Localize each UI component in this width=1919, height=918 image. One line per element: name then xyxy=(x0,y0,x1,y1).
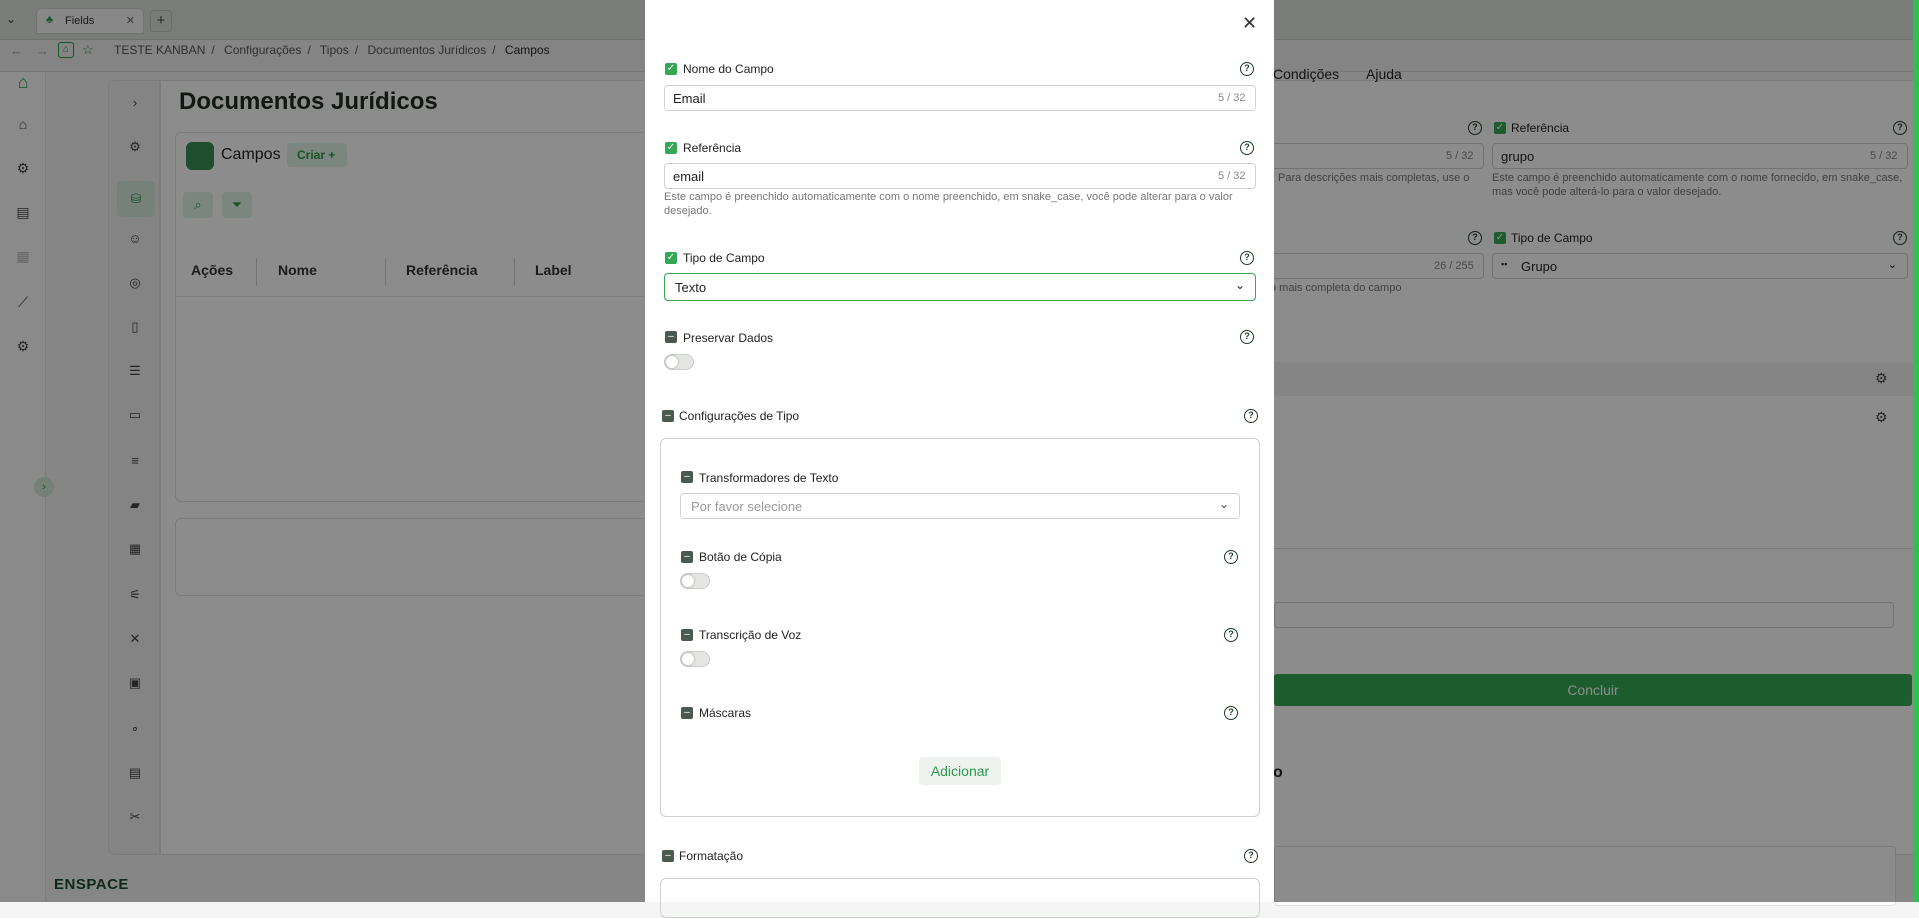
preserve-data-toggle[interactable] xyxy=(664,354,694,370)
field-type-label: Tipo de Campo xyxy=(683,251,765,265)
preserve-data-label: Preservar Dados xyxy=(683,331,774,345)
help-icon[interactable]: ? xyxy=(1240,251,1254,265)
text-transformers-label: Transformadores de Texto xyxy=(699,471,839,485)
field-name-label: Nome do Campo xyxy=(683,62,774,76)
voice-transcription-label: Transcrição de Voz xyxy=(699,628,802,642)
reference-label: Referência xyxy=(683,141,742,155)
copy-button-label: Botão de Cópia xyxy=(699,550,782,564)
help-icon[interactable]: ? xyxy=(1224,628,1238,642)
text-transformers-placeholder: Por favor selecione xyxy=(691,499,803,514)
help-icon[interactable]: ? xyxy=(1224,706,1238,720)
reference-checkbox[interactable]: ✓ xyxy=(665,142,677,154)
help-icon[interactable]: ? xyxy=(1224,550,1238,564)
formatting-panel xyxy=(660,878,1260,918)
help-icon[interactable]: ? xyxy=(1244,849,1258,863)
formatting-collapse-icon[interactable]: – xyxy=(662,850,674,862)
help-icon[interactable]: ? xyxy=(1240,62,1254,76)
field-name-input[interactable]: Email xyxy=(664,85,1256,111)
masks-label: Máscaras xyxy=(699,706,752,720)
help-icon[interactable]: ? xyxy=(1240,141,1254,155)
voice-transcription-toggle[interactable] xyxy=(680,651,710,667)
type-config-collapse-icon[interactable]: – xyxy=(662,410,674,422)
formatting-label: Formatação xyxy=(679,849,744,863)
field-type-select[interactable]: Texto ⌄ xyxy=(664,273,1256,301)
page-scrollbar[interactable] xyxy=(1913,0,1919,902)
text-transformers-select[interactable]: Por favor selecione ⌄ xyxy=(680,493,1240,519)
reference-helper-text: Este campo é preenchido automaticamente … xyxy=(664,191,1233,217)
chevron-down-icon: ⌄ xyxy=(1234,278,1245,292)
help-icon[interactable]: ? xyxy=(1240,330,1254,344)
char-count: 5 / 32 xyxy=(1218,170,1246,182)
char-count: 5 / 32 xyxy=(1218,92,1246,104)
text-transformers-collapse-icon[interactable]: – xyxy=(681,471,693,483)
copy-button-collapse-icon[interactable]: – xyxy=(681,551,693,563)
copy-button-toggle[interactable] xyxy=(680,573,710,589)
field-name-checkbox[interactable]: ✓ xyxy=(665,63,677,75)
field-type-checkbox[interactable]: ✓ xyxy=(665,252,677,264)
chevron-down-icon: ⌄ xyxy=(1218,497,1229,511)
type-config-label: Configurações de Tipo xyxy=(679,409,800,423)
preserve-data-collapse-icon[interactable]: – xyxy=(665,331,677,343)
field-type-value: Texto xyxy=(675,280,707,295)
help-icon[interactable]: ? xyxy=(1244,409,1258,423)
voice-transcription-collapse-icon[interactable]: – xyxy=(681,629,693,641)
close-icon[interactable]: ✕ xyxy=(1242,13,1257,34)
masks-collapse-icon[interactable]: – xyxy=(681,707,693,719)
reference-input[interactable]: email xyxy=(664,163,1256,189)
add-mask-button[interactable]: Adicionar xyxy=(919,757,1001,785)
